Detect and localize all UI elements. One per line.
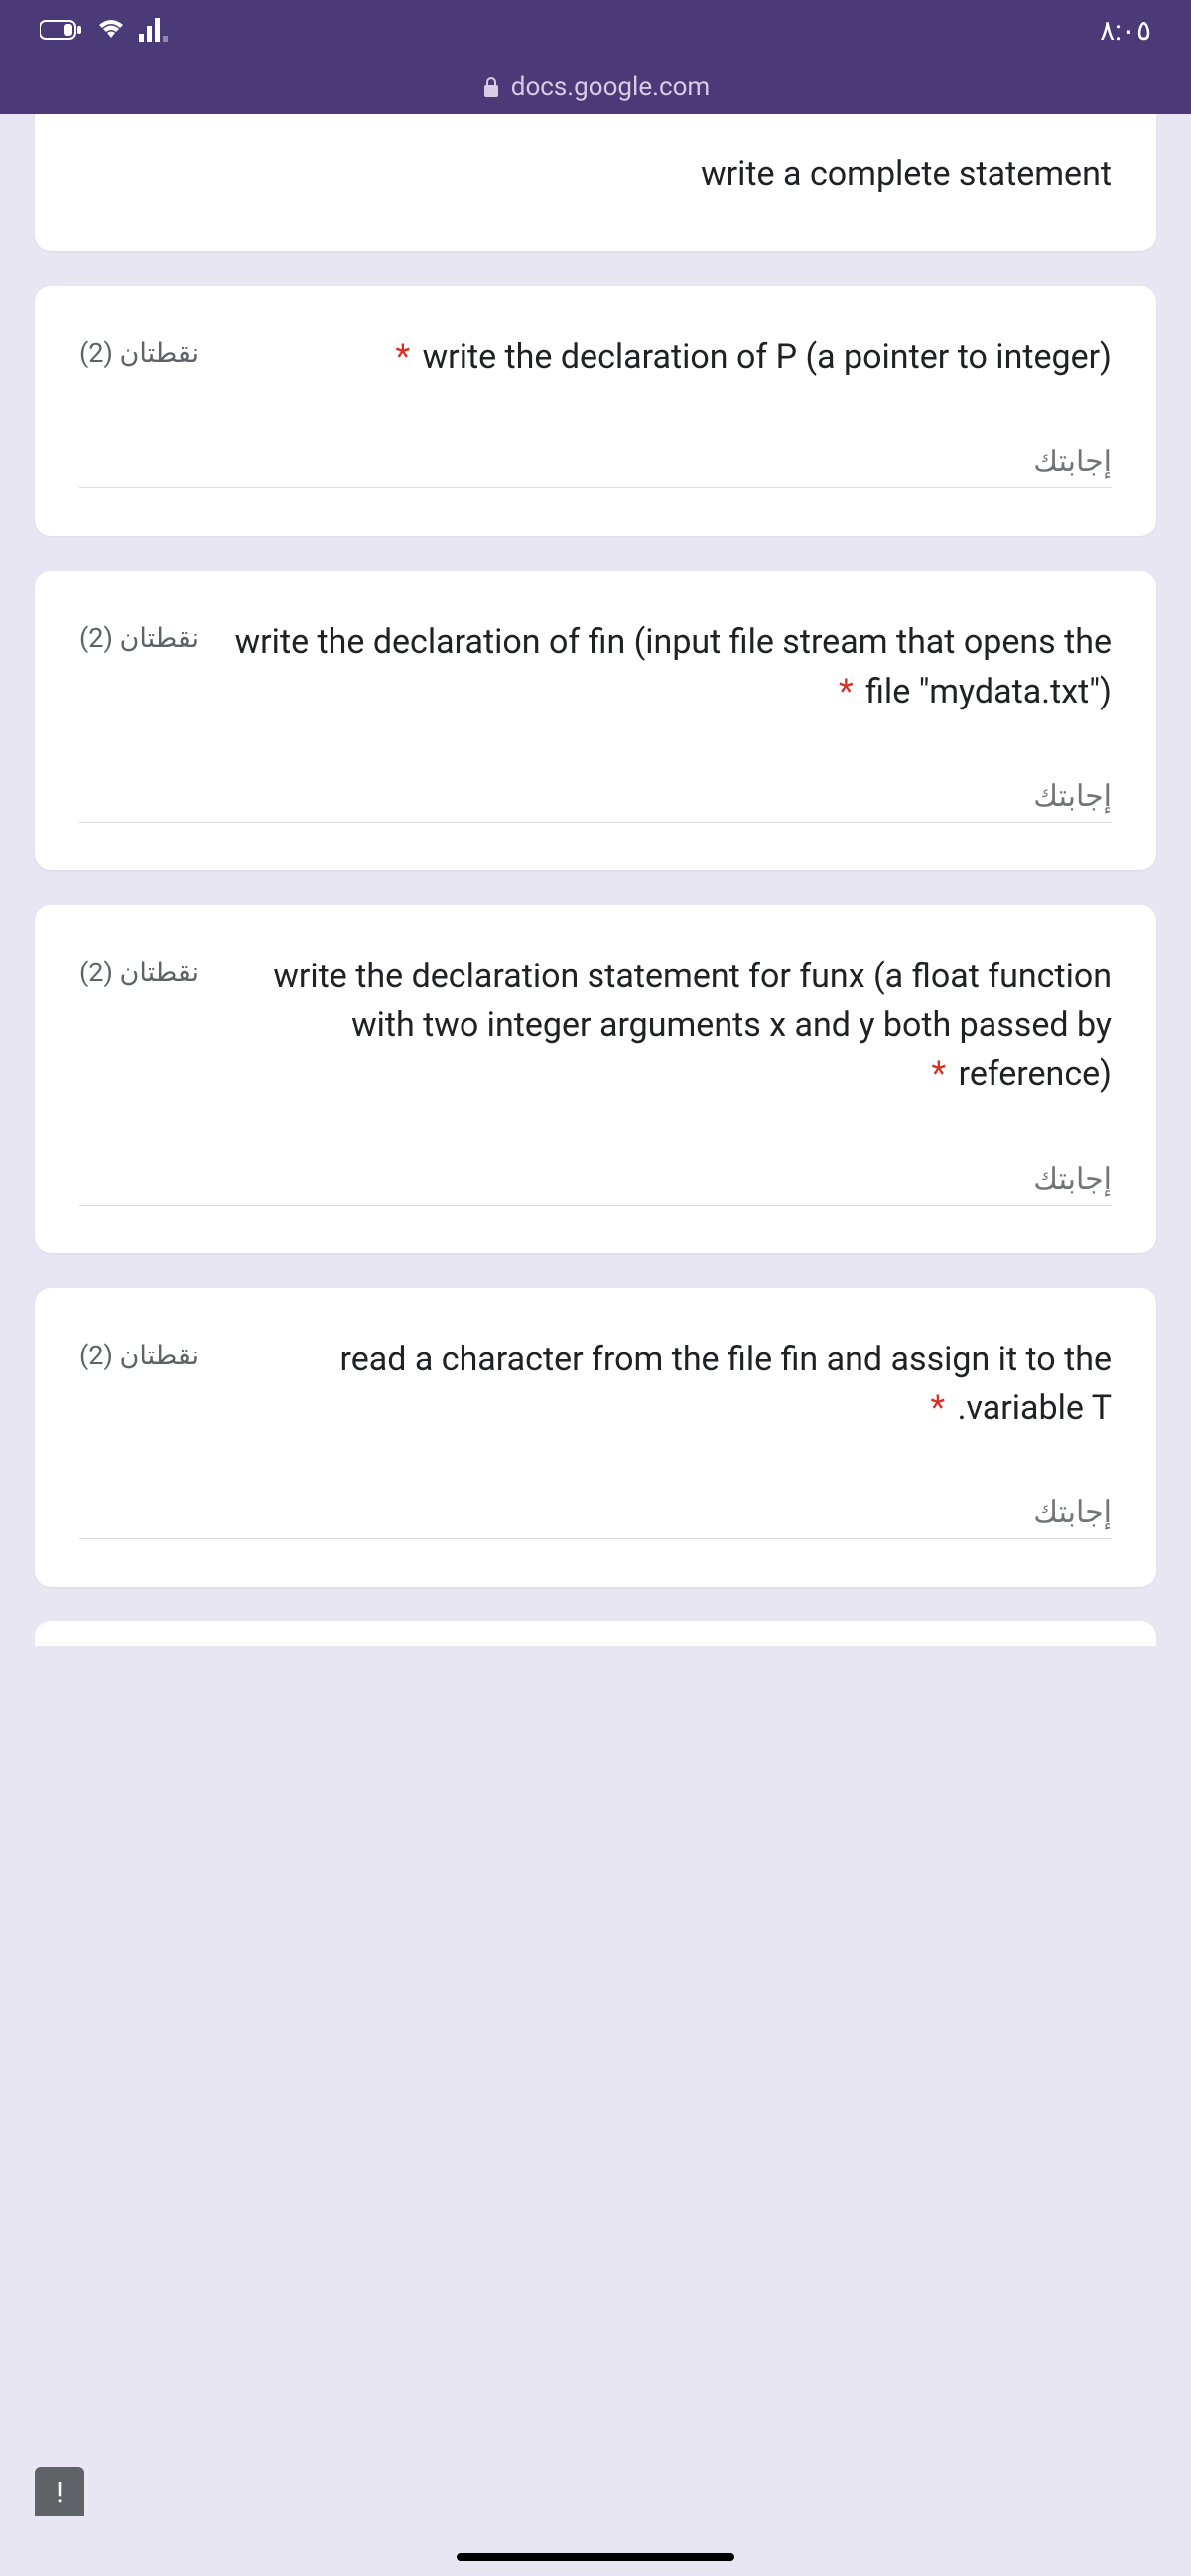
- answer-input-2[interactable]: [79, 771, 1112, 823]
- question-header: write the declaration statement for funx…: [79, 953, 1112, 1099]
- answer-input-1[interactable]: [79, 437, 1112, 488]
- question-points: نقطتان (2): [79, 333, 198, 369]
- question-header: read a character from the file fin and a…: [79, 1336, 1112, 1434]
- question-points: نقطتان (2): [79, 953, 198, 988]
- question-text-content: read a character from the file fin and a…: [340, 1340, 1112, 1428]
- question-text-content: write the declaration statement for funx…: [273, 957, 1112, 1095]
- question-card-2: write the declaration of fin (input file…: [35, 571, 1156, 870]
- required-asterisk: *: [396, 337, 411, 377]
- report-button[interactable]: !: [35, 2467, 84, 2516]
- question-text: write the declaration of fin (input file…: [218, 618, 1112, 716]
- form-content: write a complete statement write the dec…: [0, 114, 1191, 1646]
- question-text: read a character from the file fin and a…: [218, 1336, 1112, 1434]
- lock-icon: [481, 76, 501, 98]
- question-card-3: write the declaration statement for funx…: [35, 905, 1156, 1253]
- report-icon: !: [56, 2476, 63, 2509]
- answer-input-4[interactable]: [79, 1487, 1112, 1539]
- question-points: نقطتان (2): [79, 1336, 198, 1371]
- required-asterisk: *: [932, 1054, 947, 1094]
- battery-icon: [40, 19, 83, 41]
- required-asterisk: *: [839, 672, 854, 711]
- question-header: write the declaration of P (a pointer to…: [79, 333, 1112, 382]
- question-header: write the declaration of fin (input file…: [79, 618, 1112, 716]
- question-card-4: read a character from the file fin and a…: [35, 1288, 1156, 1588]
- status-time: ٨:٠٥: [1100, 14, 1151, 47]
- question-text: write the declaration of P (a pointer to…: [218, 333, 1112, 382]
- question-card-1: write the declaration of P (a pointer to…: [35, 286, 1156, 536]
- question-text-content: write the declaration of P (a pointer to…: [423, 337, 1112, 377]
- status-icons-left: [40, 18, 169, 42]
- url-text: docs.google.com: [511, 72, 710, 102]
- required-asterisk: *: [930, 1388, 945, 1428]
- status-bar: ٨:٠٥: [0, 0, 1191, 60]
- wifi-icon: [95, 18, 127, 42]
- question-text: write the declaration statement for funx…: [218, 953, 1112, 1099]
- partial-question-text: write a complete statement: [79, 134, 1112, 203]
- question-card-partial: write a complete statement: [35, 114, 1156, 251]
- next-card-peek: [35, 1621, 1156, 1646]
- question-points: نقطتان (2): [79, 618, 198, 654]
- clock-text: ٨:٠٥: [1100, 14, 1151, 47]
- url-bar[interactable]: docs.google.com: [0, 60, 1191, 114]
- question-text-content: write the declaration of fin (input file…: [235, 622, 1112, 710]
- signal-icon: [139, 18, 169, 42]
- nav-handle[interactable]: [457, 2553, 734, 2561]
- answer-input-3[interactable]: [79, 1154, 1112, 1206]
